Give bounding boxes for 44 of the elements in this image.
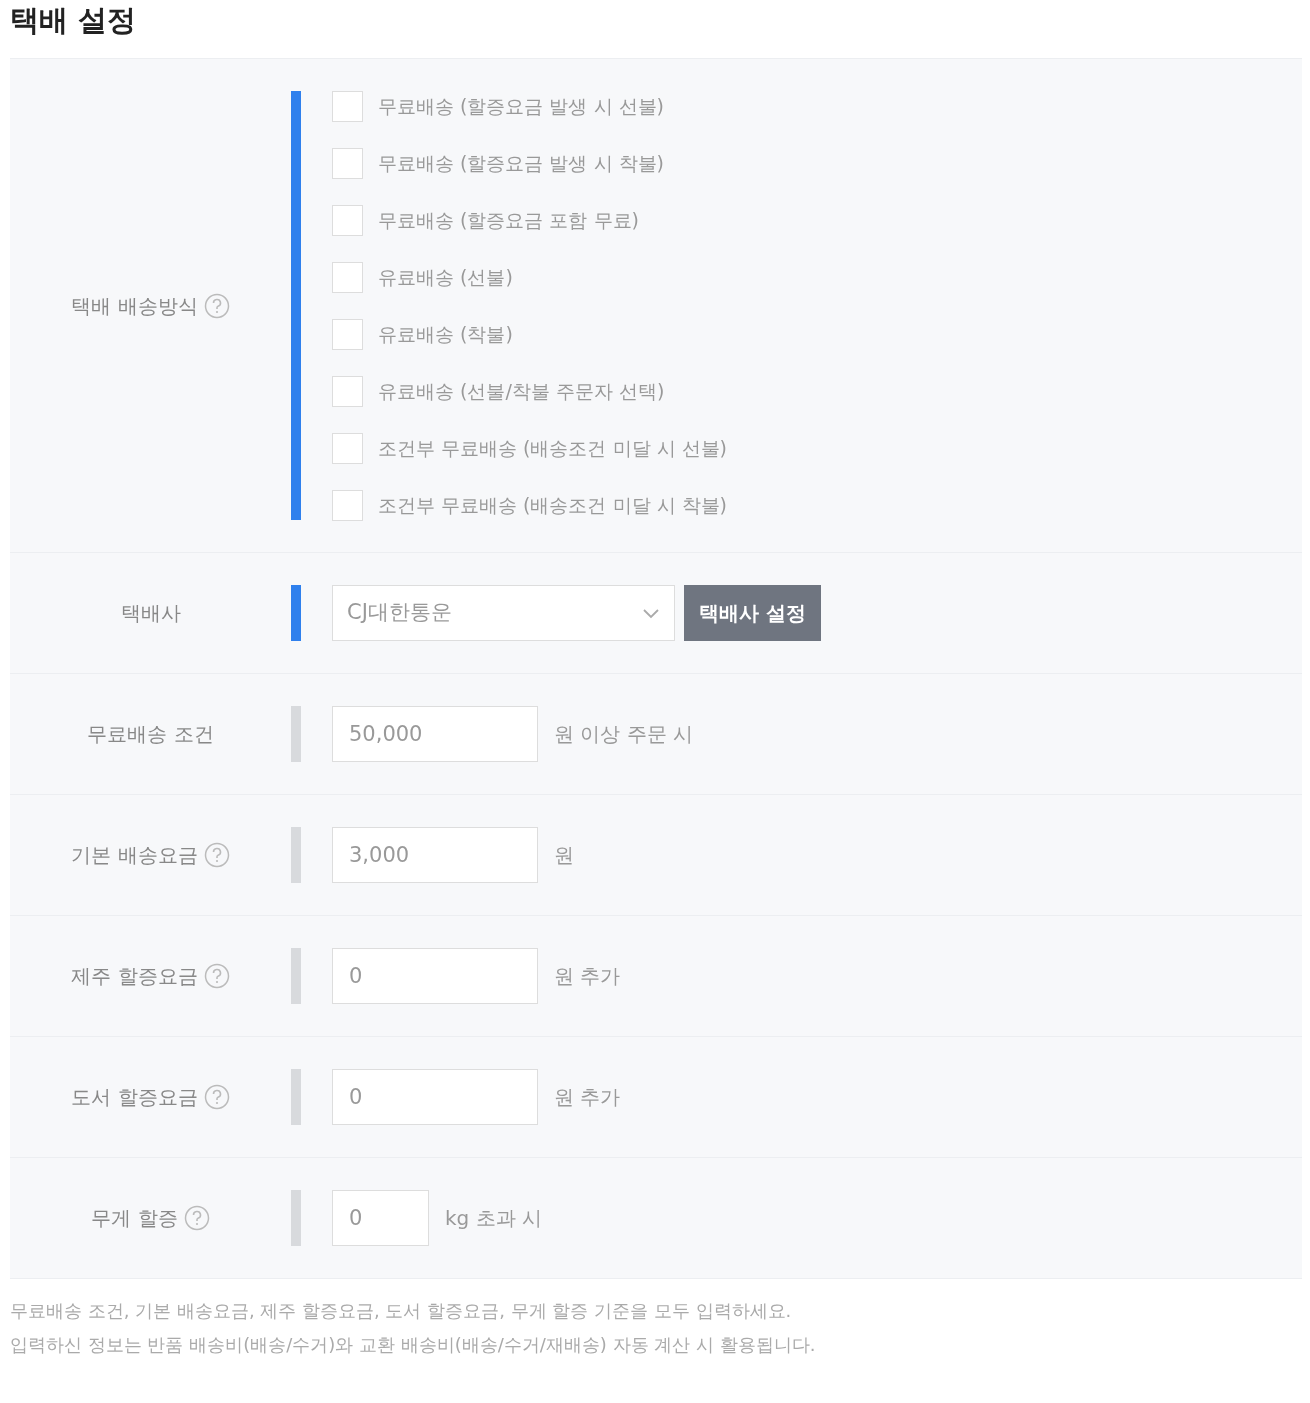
unit-label: kg 초과 시 [445, 1205, 542, 1232]
note-text: 무료배송 조건, 기본 배송요금, 제주 할증요금, 도서 할증요금, 무게 할증 기준을 모두 입력하세요. [10, 1299, 793, 1323]
checkbox-label[interactable]: 무료배송 (할증요금 발생 시 선불) [378, 91, 664, 121]
help-icon[interactable] [183, 1205, 210, 1231]
checkbox-label[interactable]: 유료배송 (선불) [378, 262, 513, 292]
checkbox-label[interactable]: 유료배송 (착불) [378, 319, 513, 349]
checkbox-label[interactable]: 무료배송 (할증요금 포함 무료) [378, 205, 639, 235]
help-icon[interactable] [203, 1084, 230, 1110]
help-icon[interactable] [203, 842, 230, 868]
unit-label: 원 추가 [554, 963, 621, 990]
checkbox-label[interactable]: 유료배송 (선불/착불 주문자 선택) [378, 376, 665, 406]
checkbox[interactable] [332, 90, 363, 122]
checkbox[interactable] [332, 375, 363, 407]
input-field[interactable]: 50,000 [332, 706, 538, 762]
unit-label: 원 이상 주문 시 [554, 721, 694, 748]
checkbox-label[interactable]: 무료배송 (할증요금 발생 시 착불) [378, 148, 664, 178]
checkbox[interactable] [332, 204, 363, 236]
field-label: 무게 할증 [91, 1205, 178, 1232]
field-label: 택배 배송방식 [71, 292, 198, 320]
page-title: 택배 설정 [10, 2, 138, 39]
checkbox-label[interactable]: 조건부 무료배송 (배송조건 미달 시 착불) [378, 490, 728, 520]
input-field[interactable]: 0 [332, 1190, 429, 1246]
field-label: 무료배송 조건 [87, 721, 214, 748]
field-label: 제주 할증요금 [71, 963, 198, 990]
input-field[interactable]: 3,000 [332, 827, 538, 883]
carrier-settings-button[interactable]: 택배사 설정 [684, 585, 821, 641]
help-icon[interactable] [203, 963, 230, 989]
help-icon[interactable] [203, 292, 230, 319]
unit-label: 원 추가 [554, 1084, 621, 1111]
checkbox[interactable] [332, 147, 363, 179]
checkbox[interactable] [332, 318, 363, 350]
checkbox[interactable] [332, 261, 363, 293]
checkbox-label[interactable]: 조건부 무료배송 (배송조건 미달 시 선불) [378, 433, 728, 463]
checkbox[interactable] [332, 432, 363, 464]
input-field[interactable]: 0 [332, 948, 538, 1004]
field-label: 기본 배송요금 [71, 842, 198, 869]
checkbox[interactable] [332, 489, 363, 521]
chevron-down-icon [642, 607, 660, 619]
carrier-select[interactable]: CJ대한통운 [332, 585, 675, 641]
note-text: 입력하신 정보는 반품 배송비(배송/수거)와 교환 배송비(배송/수거/재배송) 자동 계산 시 활용됩니다. [10, 1333, 817, 1357]
field-label: 도서 할증요금 [71, 1084, 198, 1111]
unit-label: 원 [554, 842, 574, 869]
input-field[interactable]: 0 [332, 1069, 538, 1125]
field-label: 택배사 [120, 600, 181, 627]
